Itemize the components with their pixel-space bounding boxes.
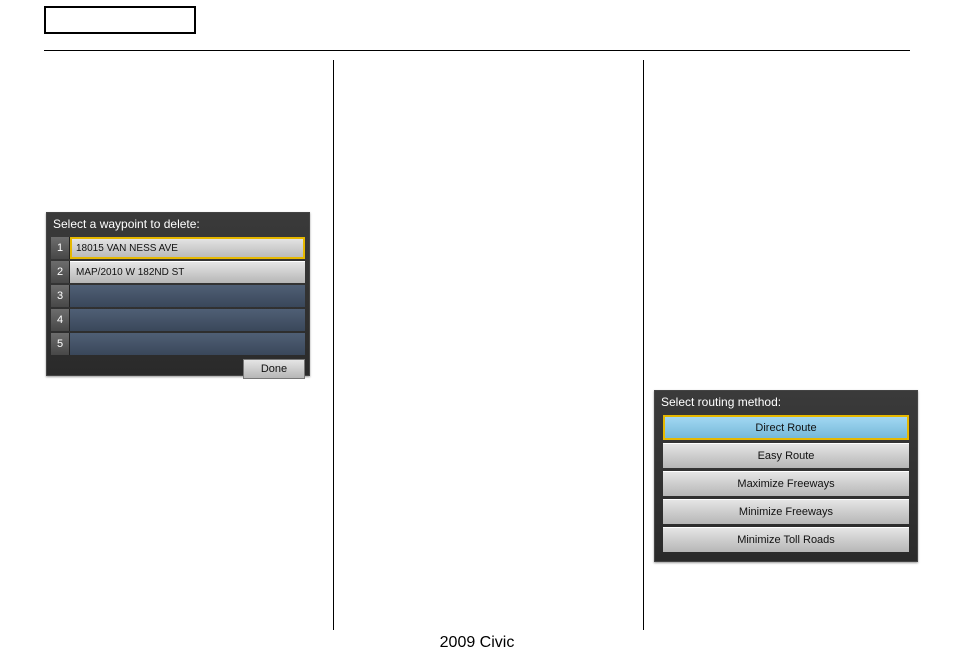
waypoint-screen-title: Select a waypoint to delete: [47,213,309,237]
waypoint-row-label: MAP/2010 W 182ND ST [70,261,305,283]
waypoint-row-number: 2 [51,261,70,283]
waypoint-row[interactable]: 3 [51,285,305,307]
waypoint-row-number: 5 [51,333,70,355]
waypoint-row-number: 4 [51,309,70,331]
routing-options: Direct Route Easy Route Maximize Freeways M… [655,415,917,561]
routing-screen-title: Select routing method: [655,391,917,415]
header-box [44,6,196,34]
waypoint-rows: 118015 VAN NESS AVE2MAP/2010 W 182ND ST3… [47,237,309,357]
footer-label: 2009 Civic [0,634,954,652]
waypoint-row-label: 18015 VAN NESS AVE [70,237,305,259]
column-separator-1 [333,60,334,630]
waypoint-row-number: 3 [51,285,70,307]
routing-option[interactable]: Minimize Freeways [663,499,909,524]
waypoint-row-number: 1 [51,237,70,259]
routing-option[interactable]: Minimize Toll Roads [663,527,909,552]
waypoint-row[interactable]: 2MAP/2010 W 182ND ST [51,261,305,283]
routing-option[interactable]: Easy Route [663,443,909,468]
waypoint-row[interactable]: 118015 VAN NESS AVE [51,237,305,259]
routing-method-screen: Select routing method: Direct Route Easy … [654,390,918,562]
done-button[interactable]: Done [243,359,305,379]
header-rule [44,50,910,51]
waypoint-row-label [70,309,305,331]
routing-option[interactable]: Direct Route [663,415,909,440]
waypoint-row[interactable]: 4 [51,309,305,331]
column-separator-2 [643,60,644,630]
waypoint-row-label [70,333,305,355]
routing-option[interactable]: Maximize Freeways [663,471,909,496]
waypoint-row-label [70,285,305,307]
waypoint-row[interactable]: 5 [51,333,305,355]
waypoint-delete-screen: Select a waypoint to delete: 118015 VAN … [46,212,310,376]
